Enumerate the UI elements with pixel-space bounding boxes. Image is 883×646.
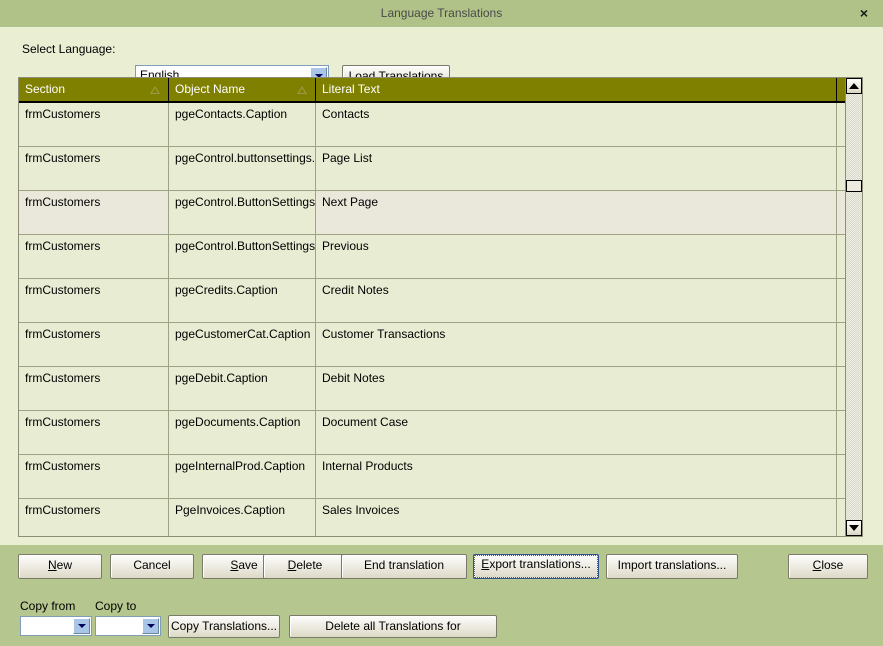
- title-bar: Language Translations ×: [0, 0, 883, 28]
- copy-to-label: Copy to: [95, 599, 137, 613]
- toolbar: Select Language: English Load Translatio…: [0, 27, 883, 88]
- export-translations-button[interactable]: Export translations...: [473, 554, 599, 579]
- new-label: New: [47, 558, 72, 572]
- table-cell-object-name[interactable]: pgeControl.ButtonSettings.Sc: [169, 235, 316, 278]
- close-button[interactable]: Close: [788, 554, 868, 579]
- grid-header-row: Section Object Name Literal Text: [19, 78, 861, 103]
- table-cell-section[interactable]: frmCustomers: [19, 367, 169, 410]
- grid-column-header-label: Literal Text: [322, 82, 380, 96]
- import-translations-label: Import translations...: [617, 558, 727, 572]
- table-row[interactable]: frmCustomers pgeContacts.Caption Contacts: [19, 103, 861, 147]
- delete-all-translations-label: Delete all Translations for: [325, 619, 461, 633]
- table-cell-section[interactable]: frmCustomers: [19, 103, 169, 146]
- table-cell-object-name[interactable]: pgeCustomerCat.Caption: [169, 323, 316, 366]
- table-cell-section[interactable]: frmCustomers: [19, 235, 169, 278]
- select-language-label: Select Language:: [22, 42, 116, 56]
- table-cell-literal-text[interactable]: Customer Transactions: [316, 323, 837, 366]
- table-cell-section[interactable]: frmCustomers: [19, 455, 169, 498]
- table-cell-object-name[interactable]: PgeInvoices.Caption: [169, 499, 316, 536]
- action-button-bar: New Cancel Save Delete End translation E…: [0, 545, 883, 589]
- grid-column-header-section[interactable]: Section: [19, 78, 169, 101]
- grid-vertical-scrollbar[interactable]: [845, 77, 863, 537]
- table-row[interactable]: frmCustomerspgeControl.ButtonSettings.Sc…: [19, 235, 861, 279]
- grid-column-header-label: Section: [25, 82, 66, 96]
- delete-button[interactable]: Delete: [263, 554, 347, 579]
- table-cell-section[interactable]: frmCustomers: [19, 279, 169, 322]
- table-cell-literal-text[interactable]: Next Page: [316, 191, 837, 234]
- close-label: Close: [812, 558, 844, 572]
- table-cell-object-name[interactable]: pgeDebit.Caption: [169, 367, 316, 410]
- arrow-up-icon[interactable]: [846, 78, 862, 94]
- sort-ascending-icon: [150, 86, 160, 94]
- table-cell-object-name[interactable]: pgeCredits.Caption: [169, 279, 316, 322]
- table-row[interactable]: frmCustomers pgeInternalProd.Caption Inter…: [19, 455, 861, 499]
- cancel-label: Cancel: [133, 558, 171, 572]
- table-cell-literal-text[interactable]: Sales Invoices: [316, 499, 837, 536]
- table-row[interactable]: frmCustomers pgeDebit.Caption Debit Notes: [19, 367, 861, 411]
- translations-grid[interactable]: Section Object Name Literal Text frmCustom…: [18, 77, 862, 537]
- table-cell-literal-text[interactable]: Debit Notes: [316, 367, 837, 410]
- table-cell-object-name[interactable]: pgeContacts.Caption: [169, 103, 316, 146]
- table-cell-section[interactable]: frmCustomers: [19, 147, 169, 190]
- table-row[interactable]: frmCustomers pgeDocuments.Caption Document…: [19, 411, 861, 455]
- delete-all-translations-button[interactable]: Delete all Translations for: [289, 615, 497, 638]
- table-cell-literal-text[interactable]: Previous: [316, 235, 837, 278]
- table-row[interactable]: frmCustomers pgeControl.buttonsettings. Pa…: [19, 147, 861, 191]
- grid-column-header-object-name[interactable]: Object Name: [169, 78, 316, 101]
- table-cell-object-name[interactable]: pgeControl.ButtonSettings.Sc: [169, 191, 316, 234]
- arrow-down-icon[interactable]: [846, 520, 862, 536]
- grid-body[interactable]: frmCustomers pgeContacts.Caption Contacts f…: [19, 103, 861, 536]
- table-cell-section[interactable]: frmCustomers: [19, 323, 169, 366]
- table-cell-object-name[interactable]: pgeControl.buttonsettings.Pag: [169, 147, 316, 190]
- chevron-down-icon[interactable]: [142, 618, 159, 634]
- copy-translations-panel: Copy from Copy to Copy Translations... D…: [0, 589, 883, 646]
- table-cell-section[interactable]: frmCustomers: [19, 191, 169, 234]
- grid-column-header-literal-text[interactable]: Literal Text: [316, 78, 837, 101]
- scrollbar-thumb[interactable]: [846, 180, 862, 192]
- copy-to-select[interactable]: [95, 616, 161, 636]
- table-cell-literal-text[interactable]: Document Case: [316, 411, 837, 454]
- export-translations-label: Export translations...: [474, 555, 598, 578]
- table-row[interactable]: frmCustomerspgeControl.ButtonSettings.Sc…: [19, 191, 861, 235]
- table-row[interactable]: frmCustomers PgeInvoices.Caption Sales Inv…: [19, 499, 861, 536]
- new-button[interactable]: New: [18, 554, 102, 579]
- table-cell-literal-text[interactable]: Page List: [316, 147, 837, 190]
- table-cell-object-name[interactable]: pgeInternalProd.Caption: [169, 455, 316, 498]
- copy-from-label: Copy from: [20, 599, 76, 613]
- table-cell-object-name[interactable]: pgeDocuments.Caption: [169, 411, 316, 454]
- sort-ascending-icon: [297, 86, 307, 94]
- chevron-down-icon[interactable]: [73, 618, 90, 634]
- table-row[interactable]: frmCustomers pgeCredits.Caption Credit Not…: [19, 279, 861, 323]
- table-cell-literal-text[interactable]: Contacts: [316, 103, 837, 146]
- table-cell-section[interactable]: frmCustomers: [19, 499, 169, 536]
- grid-column-header-label: Object Name: [175, 82, 246, 96]
- table-row[interactable]: frmCustomers pgeCustomerCat.Caption Custom…: [19, 323, 861, 367]
- table-cell-section[interactable]: frmCustomers: [19, 411, 169, 454]
- copy-translations-button[interactable]: Copy Translations...: [168, 615, 280, 638]
- end-translation-button[interactable]: End translation: [341, 554, 467, 579]
- delete-label: Delete: [287, 558, 323, 572]
- table-cell-literal-text[interactable]: Internal Products: [316, 455, 837, 498]
- close-icon[interactable]: ×: [851, 0, 877, 27]
- window-title: Language Translations: [380, 6, 503, 20]
- import-translations-button[interactable]: Import translations...: [606, 554, 738, 579]
- cancel-button[interactable]: Cancel: [110, 554, 194, 579]
- end-translation-label: End translation: [363, 558, 445, 572]
- copy-from-select[interactable]: [20, 616, 92, 636]
- table-cell-literal-text[interactable]: Credit Notes: [316, 279, 837, 322]
- copy-translations-label: Copy Translations...: [170, 619, 278, 633]
